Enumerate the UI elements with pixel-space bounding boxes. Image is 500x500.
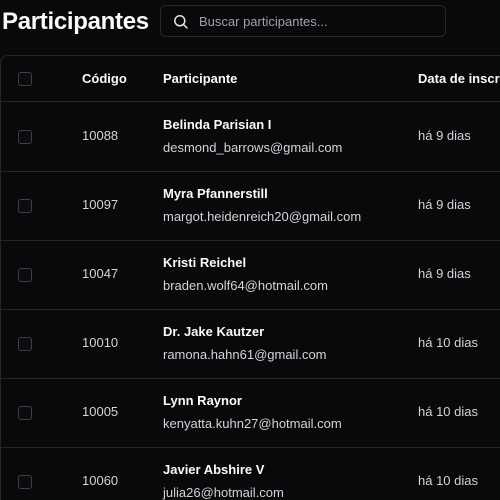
participant-name: Javier Abshire V: [163, 462, 265, 477]
select-all-checkbox[interactable]: [18, 72, 32, 86]
table-row[interactable]: 10097 Myra Pfannerstill margot.heidenrei…: [1, 171, 500, 241]
column-header-registration-date[interactable]: Data de inscr: [418, 71, 500, 86]
column-header-code[interactable]: Código: [82, 71, 127, 86]
registration-date: há 9 dias: [418, 128, 471, 143]
registration-date: há 9 dias: [418, 197, 471, 212]
row-checkbox[interactable]: [18, 406, 32, 420]
search-box[interactable]: [160, 5, 446, 37]
registration-date: há 10 dias: [418, 404, 478, 419]
registration-date: há 10 dias: [418, 335, 478, 350]
page-header: Participantes: [0, 0, 500, 48]
participant-code: 10060: [82, 473, 119, 488]
participant-name: Dr. Jake Kautzer: [163, 324, 265, 339]
registration-date: há 9 dias: [418, 266, 471, 281]
row-checkbox[interactable]: [18, 475, 32, 489]
table-header: Código Participante Data de inscr: [1, 56, 500, 102]
row-checkbox[interactable]: [18, 199, 32, 213]
participant-code: 10005: [82, 404, 119, 419]
participants-page: Participantes Código Participante Data d…: [0, 0, 500, 500]
participant-email: julia26@hotmail.com: [163, 485, 284, 500]
page-title: Participantes: [2, 8, 149, 35]
table-row[interactable]: 10060 Javier Abshire V julia26@hotmail.c…: [1, 447, 500, 500]
participant-email: ramona.hahn61@gmail.com: [163, 347, 327, 362]
participant-name: Kristi Reichel: [163, 255, 247, 270]
participant-code: 10047: [82, 266, 119, 281]
table-row[interactable]: 10047 Kristi Reichel braden.wolf64@hotma…: [1, 240, 500, 310]
participant-code: 10088: [82, 128, 119, 143]
column-header-participant[interactable]: Participante: [163, 71, 237, 86]
participants-table: Código Participante Data de inscr 10088 …: [0, 55, 500, 500]
row-checkbox[interactable]: [18, 130, 32, 144]
participant-email: kenyatta.kuhn27@hotmail.com: [163, 416, 342, 431]
participant-code: 10097: [82, 197, 119, 212]
registration-date: há 10 dias: [418, 473, 478, 488]
participant-name: Lynn Raynor: [163, 393, 242, 408]
participant-email: braden.wolf64@hotmail.com: [163, 278, 328, 293]
row-checkbox[interactable]: [18, 337, 32, 351]
search-input[interactable]: [199, 6, 439, 36]
row-checkbox[interactable]: [18, 268, 32, 282]
participant-name: Belinda Parisian I: [163, 117, 272, 132]
participant-email: margot.heidenreich20@gmail.com: [163, 209, 362, 224]
table-row[interactable]: 10010 Dr. Jake Kautzer ramona.hahn61@gma…: [1, 309, 500, 379]
participant-email: desmond_barrows@gmail.com: [163, 140, 343, 155]
participant-name: Myra Pfannerstill: [163, 186, 268, 201]
table-row[interactable]: 10088 Belinda Parisian I desmond_barrows…: [1, 102, 500, 172]
search-icon: [174, 15, 188, 29]
participant-code: 10010: [82, 335, 119, 350]
table-row[interactable]: 10005 Lynn Raynor kenyatta.kuhn27@hotmai…: [1, 378, 500, 448]
